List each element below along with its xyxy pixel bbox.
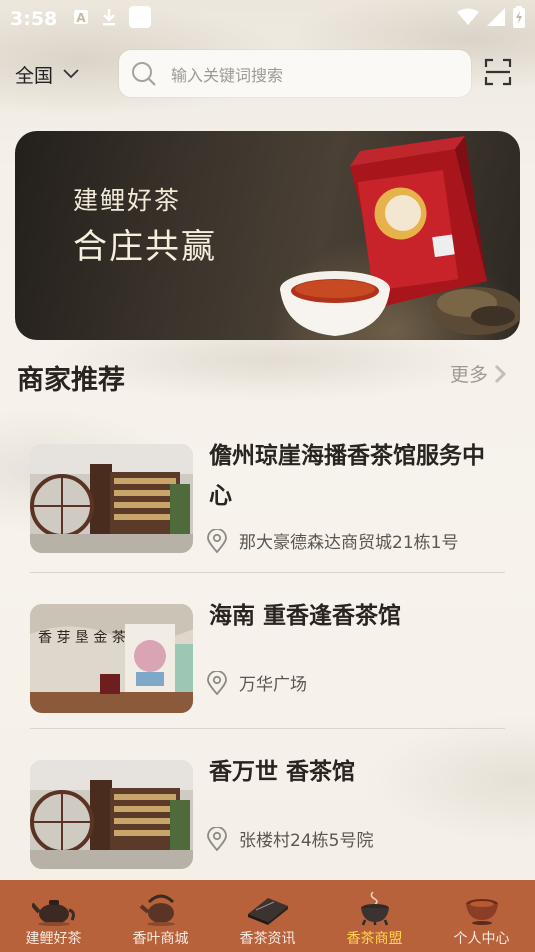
book-icon	[247, 898, 288, 925]
tea-cup-icon	[465, 899, 498, 925]
download-icon	[101, 8, 117, 31]
search-icon	[132, 61, 156, 86]
shop-address-text: 万华广场	[239, 675, 307, 695]
more-label: 更多	[450, 364, 489, 386]
tab-label: 香叶商城	[132, 931, 189, 947]
status-time: 3:58	[10, 8, 58, 30]
shop-image: 香 芽 垦 金 茶	[30, 604, 193, 713]
shop-name: 香万世 香茶馆	[209, 759, 356, 785]
tab-alliance[interactable]: 香茶商盟	[321, 880, 428, 952]
incense-burner-icon	[360, 891, 389, 926]
tab-label: 建鲤好茶	[25, 931, 82, 947]
more-link[interactable]: 更多	[450, 360, 507, 387]
tab-mall[interactable]: 香叶商城	[107, 880, 214, 952]
shop-card[interactable]: 香 芽 垦 金 茶 海南 重香逢香茶馆 万华广场	[30, 590, 505, 730]
divider	[30, 728, 505, 729]
tab-label: 个人中心	[453, 931, 510, 947]
location-pin-icon	[207, 670, 227, 695]
location-pin-icon	[207, 528, 227, 553]
shop-name: 海南 重香逢香茶馆	[209, 603, 402, 629]
signal-icon	[487, 7, 505, 31]
chevron-right-icon	[494, 364, 507, 383]
teapot-icon	[31, 900, 75, 926]
square-icon	[129, 5, 152, 33]
tab-label: 香茶商盟	[346, 931, 403, 947]
section-header: 商家推荐 更多	[0, 352, 535, 400]
tab-home[interactable]: 建鲤好茶	[0, 880, 107, 952]
kettle-icon	[139, 894, 175, 926]
battery-icon	[513, 5, 525, 33]
tea-box-illustration	[280, 136, 520, 336]
shop-card[interactable]: 儋州琼崖海播香茶馆服务中心 那大豪德森达商贸城21栋1号	[30, 430, 505, 573]
top-bar: 全国 输入关键词搜索	[0, 48, 535, 100]
shop-address: 张楼村24栋5号院	[207, 826, 373, 851]
shop-name: 儋州琼崖海播香茶馆服务中心	[209, 443, 485, 509]
svg-text:香 芽 垦 金 茶: 香 芽 垦 金 茶	[38, 630, 126, 646]
scan-icon[interactable]	[484, 58, 512, 90]
section-title: 商家推荐	[17, 365, 125, 396]
shop-address: 那大豪德森达商贸城21栋1号	[207, 528, 458, 553]
shop-address-text: 那大豪德森达商贸城21栋1号	[239, 533, 459, 553]
banner-title: 合庄共赢	[73, 227, 217, 267]
a-icon: A	[73, 8, 89, 30]
chevron-down-icon	[63, 69, 79, 79]
wifi-icon	[457, 8, 479, 31]
status-bar: 3:58 A	[0, 0, 535, 38]
shop-image	[30, 760, 193, 869]
tab-news[interactable]: 香茶资讯	[214, 880, 321, 952]
promo-banner[interactable]: 建鲤好茶 合庄共赢	[15, 131, 520, 340]
search-input[interactable]: 输入关键词搜索	[119, 50, 471, 97]
shop-address-text: 张楼村24栋5号院	[239, 831, 374, 851]
tab-label: 香茶资讯	[239, 931, 296, 947]
divider	[30, 572, 505, 573]
shop-card[interactable]: 香万世 香茶馆 张楼村24栋5号院	[30, 746, 505, 886]
shop-address: 万华广场	[207, 670, 307, 695]
tab-profile[interactable]: 个人中心	[428, 880, 535, 952]
shop-image	[30, 444, 193, 553]
region-label: 全国	[15, 64, 54, 87]
region-selector[interactable]: 全国	[15, 61, 115, 88]
search-placeholder: 输入关键词搜索	[171, 65, 284, 85]
svg-text:A: A	[77, 11, 87, 25]
location-pin-icon	[207, 826, 227, 851]
bottom-tab-bar: 建鲤好茶 香叶商城 香茶资讯 香茶商盟 个人中心	[0, 880, 535, 952]
banner-subtitle: 建鲤好茶	[73, 186, 182, 215]
